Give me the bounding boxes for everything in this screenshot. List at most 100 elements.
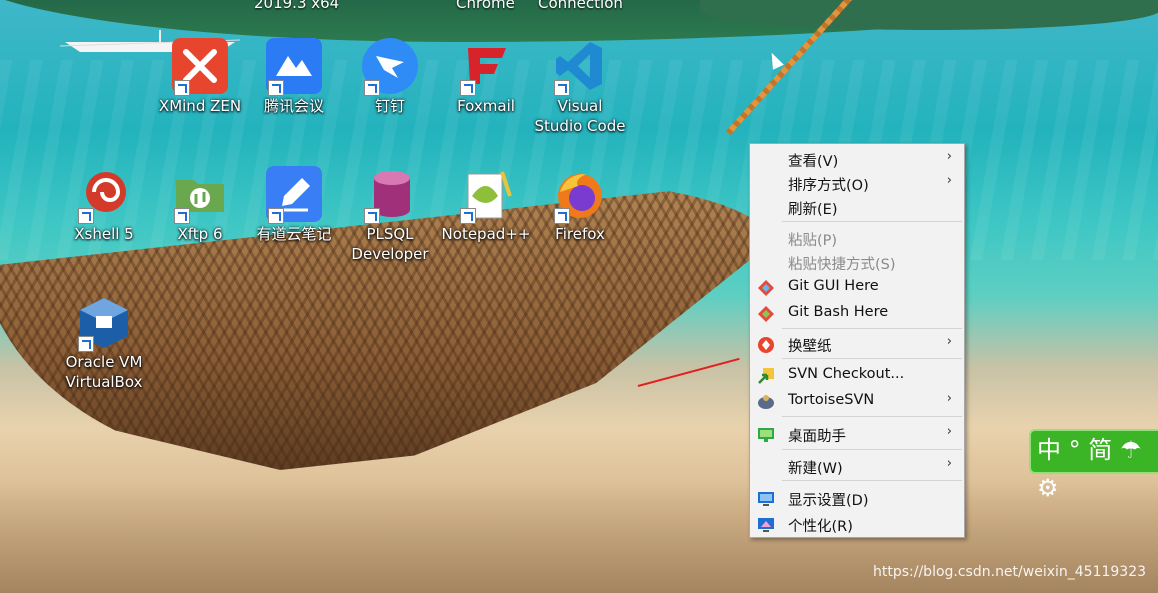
desktop-icon-label: 腾讯会议: [263, 97, 324, 115]
menu-item-label: 新建(W): [788, 461, 843, 477]
desktop-icon-label: Oracle VM VirtualBox: [65, 353, 143, 391]
shortcut-arrow-icon: [364, 80, 380, 96]
menu-separator: [782, 416, 962, 417]
menu-item-refresh[interactable]: 刷新(E): [750, 195, 964, 219]
desktop-icon-tencent-meeting[interactable]: 腾讯会议: [246, 38, 342, 116]
plsql-icon: [362, 166, 418, 224]
submenu-arrow-icon: ›: [946, 173, 952, 188]
menu-separator: [782, 221, 962, 222]
submenu-arrow-icon: ›: [946, 391, 952, 406]
submenu-arrow-icon: ›: [946, 456, 952, 471]
shortcut-arrow-icon: [174, 208, 190, 224]
vscode-icon: [552, 38, 608, 96]
menu-separator: [782, 480, 962, 481]
menu-item-paste: 粘贴(P): [750, 226, 964, 250]
shortcut-arrow-icon: [78, 336, 94, 352]
display-settings-icon: [758, 492, 774, 506]
partial-icon-label: 2019.3 x64: [254, 0, 340, 12]
submenu-arrow-icon: ›: [946, 149, 952, 164]
menu-item-label: 查看(V): [788, 154, 839, 170]
menu-separator: [782, 449, 962, 450]
desktop-icon-vscode[interactable]: Visual Studio Code: [532, 38, 628, 136]
watermark: https://blog.csdn.net/weixin_45119323: [873, 564, 1147, 580]
submenu-arrow-icon: ›: [946, 424, 952, 439]
desktop-icon-label: Firefox: [555, 225, 605, 243]
menu-item-label: 个性化(R): [788, 519, 853, 535]
git-gui-icon: [758, 280, 774, 296]
shortcut-arrow-icon: [554, 208, 570, 224]
desktop-icon-plsql[interactable]: PLSQL Developer: [342, 166, 438, 264]
menu-separator: [782, 328, 962, 329]
xmind-icon: [172, 38, 228, 96]
menu-item-label: 粘贴(P): [788, 233, 838, 249]
menu-item-label: Git Bash Here: [788, 304, 889, 320]
desktop-icon-virtualbox[interactable]: Oracle VM VirtualBox: [56, 294, 152, 392]
dingtalk-icon: [362, 38, 418, 96]
menu-item-change-wallpaper[interactable]: 换壁纸 ›: [750, 332, 964, 356]
menu-item-new[interactable]: 新建(W) ›: [750, 454, 964, 478]
desktop-icon-label: Foxmail: [457, 97, 515, 115]
shortcut-arrow-icon: [554, 80, 570, 96]
git-bash-icon: [758, 306, 774, 322]
desktop-icon-foxmail[interactable]: Foxmail: [438, 38, 534, 116]
menu-separator: [782, 358, 962, 359]
svn-checkout-icon: [758, 368, 774, 384]
partial-icon-label: Connection: [538, 0, 623, 12]
shortcut-arrow-icon: [268, 80, 284, 96]
xftp-icon: [172, 166, 228, 224]
desktop-icon-label: Xshell 5: [74, 225, 134, 243]
shortcut-arrow-icon: [78, 208, 94, 224]
desktop-icon-label: Notepad++: [441, 225, 531, 243]
menu-item-sort-by[interactable]: 排序方式(O) ›: [750, 171, 964, 195]
tortoisesvn-icon: [758, 395, 774, 409]
menu-item-git-bash[interactable]: Git Bash Here: [750, 301, 964, 325]
shortcut-arrow-icon: [174, 80, 190, 96]
desktop-icon-firefox[interactable]: Firefox: [532, 166, 628, 244]
desktop-assistant-icon: [758, 428, 774, 442]
menu-item-display-settings[interactable]: 显示设置(D): [750, 486, 964, 510]
menu-item-svn-checkout[interactable]: SVN Checkout...: [750, 363, 964, 387]
youdao-note-icon: [266, 166, 322, 224]
tencent-meeting-icon: [266, 38, 322, 96]
menu-item-label: 换壁纸: [788, 339, 832, 355]
desktop-icon-label: 钉钉: [374, 97, 405, 115]
notepadpp-icon: [458, 166, 514, 224]
shortcut-arrow-icon: [460, 208, 476, 224]
desktop-icon-notepadpp[interactable]: Notepad++: [438, 166, 534, 244]
personalize-icon: [758, 518, 774, 532]
desktop-icon-xftp[interactable]: Xftp 6: [152, 166, 248, 244]
menu-item-paste-shortcut: 粘贴快捷方式(S): [750, 250, 964, 274]
desktop-icon-dingtalk[interactable]: 钉钉: [342, 38, 438, 116]
desktop-context-menu: 查看(V) › 排序方式(O) › 刷新(E) 粘贴(P) 粘贴快捷方式(S) …: [749, 143, 965, 538]
desktop-icon-xmind[interactable]: XMind ZEN: [152, 38, 248, 116]
menu-item-personalize[interactable]: 个性化(R): [750, 512, 964, 536]
menu-item-label: TortoiseSVN: [788, 392, 875, 408]
menu-item-label: 粘贴快捷方式(S): [788, 257, 896, 273]
foxmail-icon: [458, 38, 514, 96]
menu-item-label: 桌面助手: [788, 429, 846, 445]
menu-item-tortoisesvn[interactable]: TortoiseSVN ›: [750, 389, 964, 413]
menu-item-desktop-assistant[interactable]: 桌面助手 ›: [750, 422, 964, 446]
submenu-arrow-icon: ›: [946, 334, 952, 349]
xshell-icon: [76, 166, 132, 224]
firefox-icon: [552, 166, 608, 224]
menu-item-label: 排序方式(O): [788, 178, 869, 194]
menu-item-label: SVN Checkout...: [788, 366, 905, 382]
desktop-icon-label: Visual Studio Code: [534, 97, 626, 135]
menu-item-git-gui[interactable]: Git GUI Here: [750, 275, 964, 299]
desktop-icon-label: PLSQL Developer: [351, 225, 429, 263]
menu-item-view[interactable]: 查看(V) ›: [750, 147, 964, 171]
shortcut-arrow-icon: [460, 80, 476, 96]
desktop-icon-youdao-note[interactable]: 有道云笔记: [246, 166, 342, 244]
menu-item-label: Git GUI Here: [788, 278, 879, 294]
virtualbox-icon: [76, 294, 132, 352]
shortcut-arrow-icon: [268, 208, 284, 224]
desktop-icon-xshell[interactable]: Xshell 5: [56, 166, 152, 244]
menu-item-label: 显示设置(D): [788, 493, 869, 509]
ime-toolbar[interactable]: 中 ° 简 ☂ ☽ ⚙: [1029, 429, 1158, 502]
desktop-icon-label: 有道云笔记: [256, 225, 332, 243]
wallpaper-icon: [758, 337, 774, 353]
menu-item-label: 刷新(E): [788, 202, 838, 218]
shortcut-arrow-icon: [364, 208, 380, 224]
desktop-icon-label: Xftp 6: [177, 225, 223, 243]
